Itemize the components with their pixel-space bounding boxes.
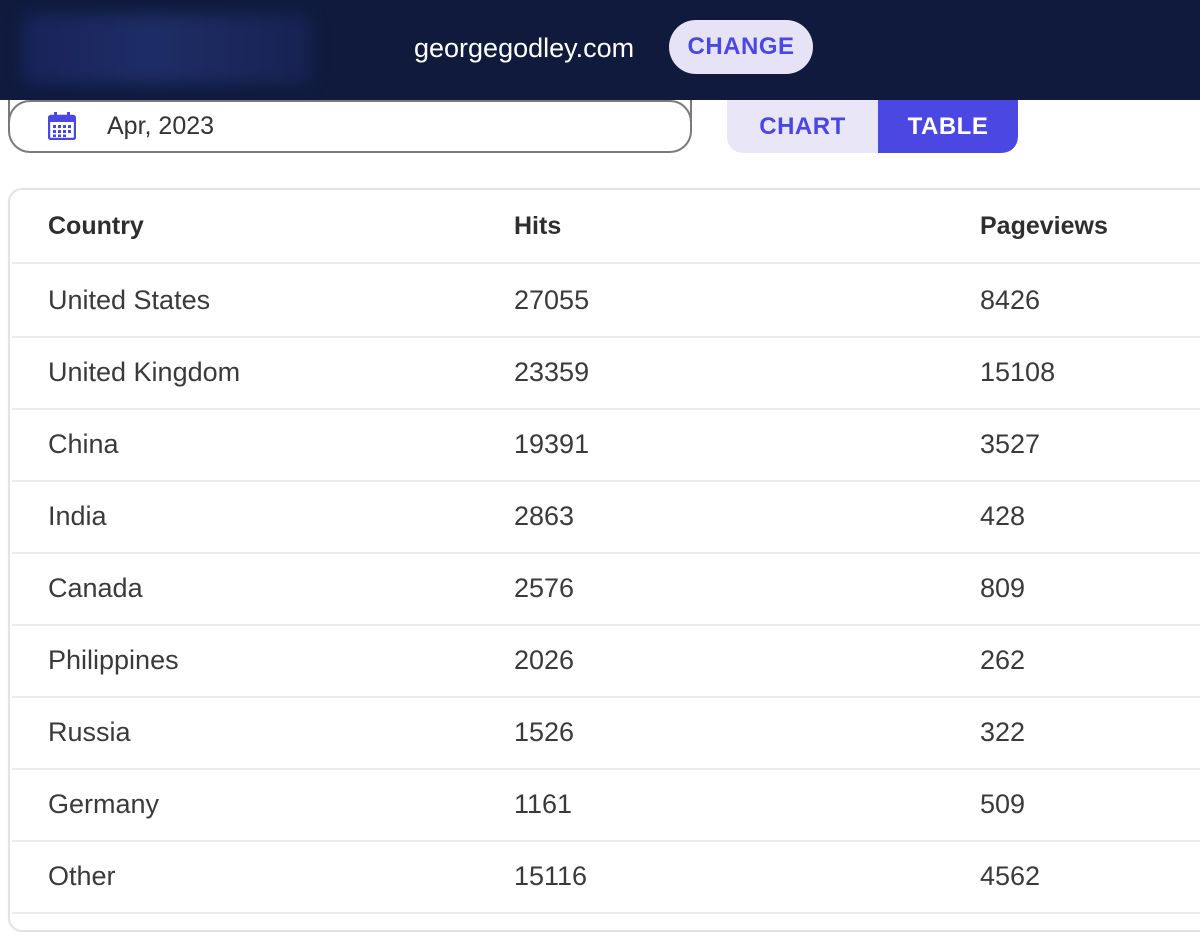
table-row: India 2863 428 (12, 480, 1200, 554)
country-cell: India (48, 501, 107, 531)
hits-cell: 1161 (514, 789, 573, 819)
chart-view-button[interactable]: CHART (727, 100, 878, 153)
country-cell: Germany (48, 789, 160, 819)
hits-cell: 1526 (514, 717, 575, 747)
table-view-button[interactable]: TABLE (878, 100, 1018, 153)
calendar-icon (47, 112, 77, 141)
pageviews-cell: 428 (980, 501, 1026, 531)
table-row: Philippines 2026 262 (12, 624, 1200, 698)
pageviews-cell: 4562 (980, 861, 1041, 891)
hits-cell: 23359 (514, 357, 590, 387)
view-toggle: CHART TABLE (727, 100, 1018, 153)
site-name: georgegodley.com (414, 33, 635, 63)
top-bar: georgegodley.com CHANGE (0, 0, 1200, 100)
hits-cell: 15116 (514, 861, 588, 891)
column-header-pageviews[interactable]: Pageviews (980, 190, 1108, 262)
pageviews-cell: 509 (980, 789, 1026, 819)
hits-cell: 19391 (514, 429, 590, 459)
table-row: Canada 2576 809 (12, 552, 1200, 626)
table-header-row: Country Hits Pageviews (12, 190, 1200, 264)
pageviews-cell: 8426 (980, 285, 1041, 315)
table-row: Other 15116 4562 (12, 840, 1200, 914)
table-row: United Kingdom 23359 15108 (12, 336, 1200, 410)
hits-cell: 27055 (514, 285, 590, 315)
table-row: Germany 1161 509 (12, 768, 1200, 842)
date-picker-field[interactable]: Apr, 2023 (8, 100, 692, 153)
country-cell: United Kingdom (48, 357, 241, 387)
pageviews-cell: 15108 (980, 357, 1056, 387)
pageviews-cell: 322 (980, 717, 1026, 747)
country-cell: Other (48, 861, 116, 891)
country-cell: China (48, 429, 119, 459)
column-header-country[interactable]: Country (48, 190, 144, 262)
blurred-logo (22, 14, 312, 84)
change-site-button[interactable]: CHANGE (669, 20, 813, 74)
country-cell: Russia (48, 717, 131, 747)
country-cell: United States (48, 285, 211, 315)
hits-cell: 2863 (514, 501, 575, 531)
pageviews-cell: 3527 (980, 429, 1041, 459)
country-cell: Philippines (48, 645, 179, 675)
pageviews-cell: 809 (980, 573, 1026, 603)
country-cell: Canada (48, 573, 143, 603)
column-header-hits[interactable]: Hits (514, 190, 561, 262)
pageviews-cell: 262 (980, 645, 1026, 675)
table-row: China 19391 3527 (12, 408, 1200, 482)
hits-cell: 2026 (514, 645, 575, 675)
hits-cell: 2576 (514, 573, 575, 603)
date-value: Apr, 2023 (107, 112, 215, 140)
table-row: United States 27055 8426 (12, 264, 1200, 338)
table-row: Russia 1526 322 (12, 696, 1200, 770)
country-stats-table: Country Hits Pageviews United States 270… (8, 188, 1200, 932)
